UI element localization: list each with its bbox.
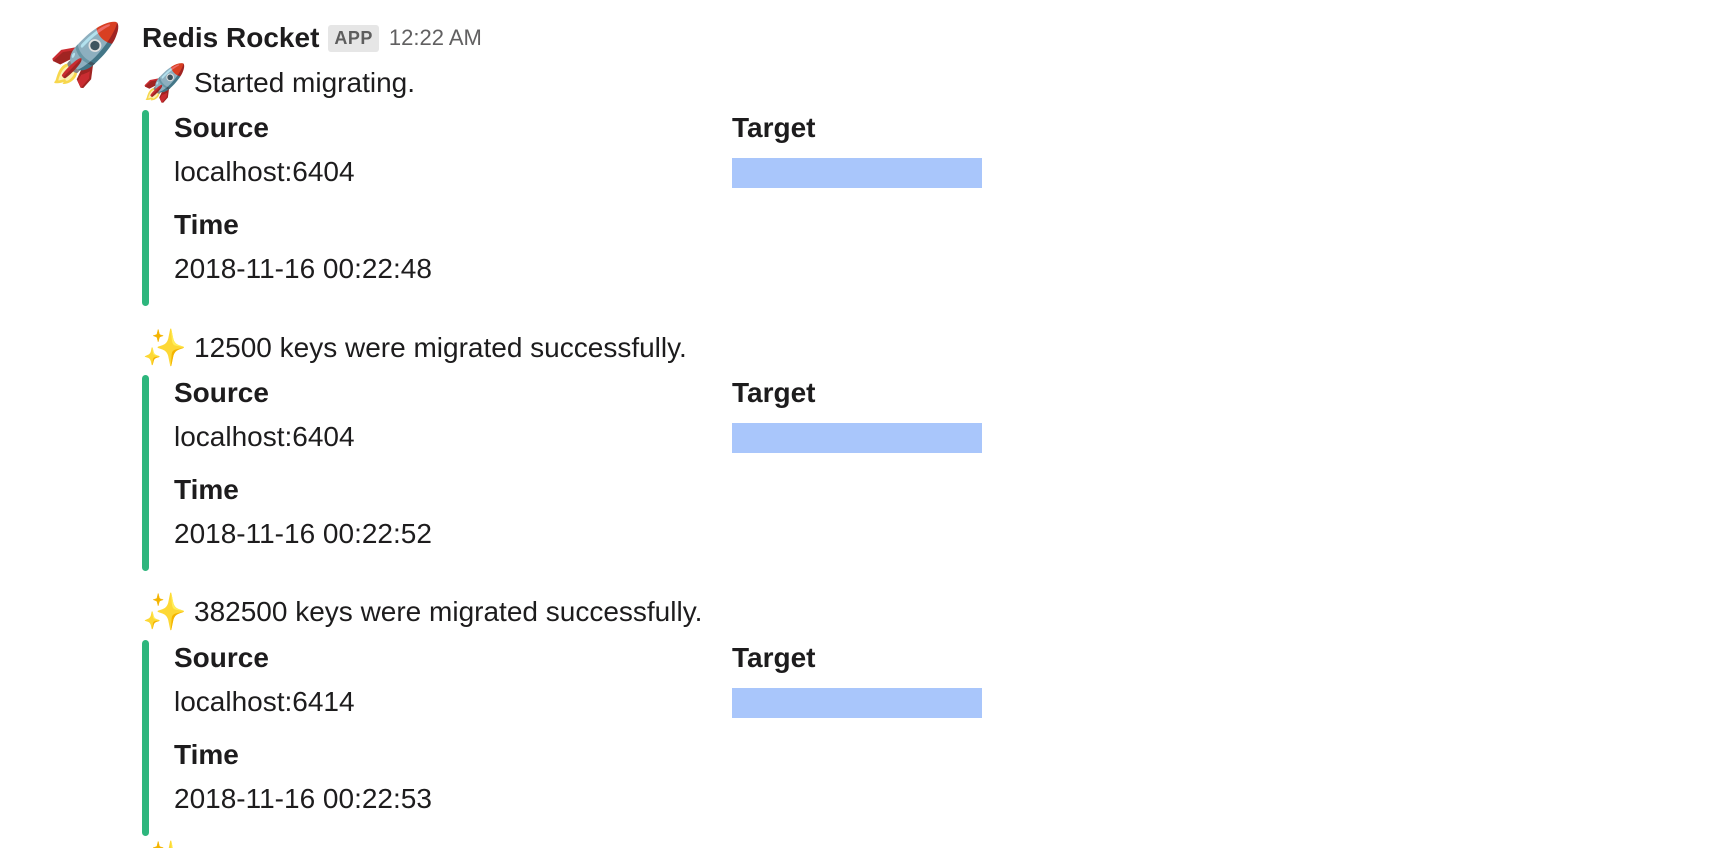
sparkles-icon: ✨ (142, 591, 187, 632)
field-value-target-redacted (732, 423, 982, 453)
message-header: Redis Rocket APP 12:22 AM (142, 20, 482, 56)
attachment: Source localhost:6404 Target Time 2018-1… (142, 110, 1042, 306)
field-value-source: localhost:6414 (174, 686, 355, 717)
field-value-time: 2018-11-16 00:22:52 (174, 518, 432, 549)
field-title-time: Time (174, 739, 239, 770)
status-text: 12500 keys were migrated successfully. (194, 332, 687, 363)
field-value-target-redacted (732, 688, 982, 718)
attachment: Source localhost:6414 Target Time 2018-1… (142, 640, 1042, 836)
sparkles-icon: ✨ (142, 838, 186, 848)
field-value-target-redacted (732, 158, 982, 188)
sender-name[interactable]: Redis Rocket (142, 22, 319, 54)
field-title-target: Target (732, 112, 816, 143)
field-title-source: Source (174, 642, 269, 673)
attachment: Source localhost:6404 Target Time 2018-1… (142, 375, 1042, 571)
rocket-icon: 🚀 (142, 62, 187, 103)
field-title-target: Target (732, 377, 816, 408)
field-title-source: Source (174, 112, 269, 143)
message-timestamp[interactable]: 12:22 AM (389, 25, 482, 51)
field-title-time: Time (174, 474, 239, 505)
attachment-color-bar (142, 110, 149, 306)
field-value-time: 2018-11-16 00:22:53 (174, 783, 432, 814)
status-line: ✨ 382500 keys were migrated successfully… (142, 590, 702, 634)
field-title-time: Time (174, 209, 239, 240)
status-text: 382500 keys were migrated successfully. (194, 596, 703, 627)
attachment-color-bar (142, 375, 149, 571)
status-line: 🚀 Started migrating. (142, 61, 415, 105)
app-badge: APP (328, 24, 379, 52)
field-title-source: Source (174, 377, 269, 408)
field-value-source: localhost:6404 (174, 156, 355, 187)
attachment-color-bar (142, 640, 149, 836)
field-value-time: 2018-11-16 00:22:48 (174, 253, 432, 284)
status-text: Started migrating. (194, 67, 415, 98)
rocket-icon[interactable]: 🚀 (48, 20, 123, 90)
sparkles-icon: ✨ (142, 327, 187, 368)
field-value-source: localhost:6404 (174, 421, 355, 452)
message: 🚀 Redis Rocket APP 12:22 AM 🚀 Started mi… (0, 0, 1722, 848)
status-line: ✨ 12500 keys were migrated successfully. (142, 326, 687, 370)
field-title-target: Target (732, 642, 816, 673)
